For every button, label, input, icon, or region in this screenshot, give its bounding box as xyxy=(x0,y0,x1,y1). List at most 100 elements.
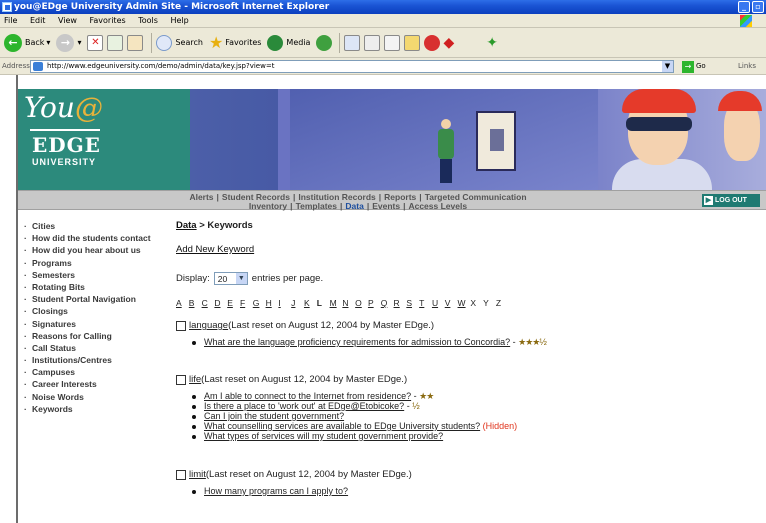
breadcrumb: Data > Keywords xyxy=(176,220,253,231)
edit-icon[interactable] xyxy=(384,34,401,51)
sidebar-item[interactable]: · Signatures xyxy=(24,318,174,330)
back-button[interactable]: ← Back ▾ xyxy=(4,33,50,52)
question-link[interactable]: What counselling services are available … xyxy=(204,421,480,431)
search-button[interactable]: Search xyxy=(156,34,203,51)
nav-events[interactable]: Events xyxy=(372,201,400,211)
address-bar: Address http://www.edgeuniversity.com/de… xyxy=(0,58,766,75)
mail-icon[interactable] xyxy=(344,34,361,51)
print-icon[interactable] xyxy=(364,34,381,51)
stop-icon[interactable]: ✕ xyxy=(87,34,104,51)
question-link[interactable]: What are the language proficiency requir… xyxy=(204,337,510,347)
keyword-checkbox[interactable] xyxy=(176,320,186,331)
question-link[interactable]: Is there a place to 'work out' at EDge@E… xyxy=(204,401,404,411)
sidebar-item[interactable]: · Programs xyxy=(24,257,174,269)
keyword-checkbox[interactable] xyxy=(176,469,186,480)
sidebar-item[interactable]: · Keywords xyxy=(24,403,174,415)
address-input[interactable]: http://www.edgeuniversity.com/demo/admin… xyxy=(30,60,674,73)
sidebar-item[interactable]: · Campuses xyxy=(24,366,174,378)
alphabet-letter-link[interactable]: C xyxy=(202,298,215,308)
sidebar-item[interactable]: · Reasons for Calling xyxy=(24,330,174,342)
question-link[interactable]: Am I able to connect to the Internet fro… xyxy=(204,391,411,401)
alphabet-letter-link[interactable]: Q xyxy=(381,298,394,308)
sidebar-item-label: Noise Words xyxy=(32,391,84,402)
sidebar-item[interactable]: · How did the students contact xyxy=(24,232,174,244)
alphabet-letter-link[interactable]: H xyxy=(266,298,279,308)
nav-access-levels[interactable]: Access Levels xyxy=(408,201,467,211)
alphabet-letter-link[interactable]: D xyxy=(214,298,227,308)
alphabet-letter-link[interactable]: I xyxy=(278,298,291,308)
keyword-link[interactable]: life xyxy=(189,374,201,385)
alphabet-letter-link[interactable]: R xyxy=(394,298,407,308)
logout-button[interactable]: ▶ LOG OUT xyxy=(702,194,760,207)
menu-help[interactable]: Help xyxy=(170,16,188,25)
alphabet-letter-link[interactable]: V xyxy=(445,298,458,308)
chevron-down-icon[interactable]: ▼ xyxy=(662,61,673,72)
add-keyword-link[interactable]: Add New Keyword xyxy=(176,244,254,255)
sidebar-item[interactable]: · Career Interests xyxy=(24,378,174,390)
forward-button[interactable]: → ▾ xyxy=(56,33,81,52)
alphabet-letter-link[interactable]: U xyxy=(432,298,445,308)
question-link[interactable]: Can I join the student government? xyxy=(204,411,344,421)
media-button[interactable]: Media xyxy=(267,34,310,51)
keyword-checkbox[interactable] xyxy=(176,374,186,385)
sidebar-item[interactable]: · Closings xyxy=(24,305,174,317)
alphabet-letter-link[interactable]: F xyxy=(240,298,253,308)
alphabet-letter-link[interactable]: B xyxy=(189,298,202,308)
folder-icon[interactable] xyxy=(404,34,421,51)
sidebar-item[interactable]: · How did you hear about us xyxy=(24,244,174,256)
keyword-group: life (Last reset on August 12, 2004 by M… xyxy=(176,374,517,441)
maximize-button[interactable]: ▫ xyxy=(752,1,764,13)
alphabet-letter-link[interactable]: P xyxy=(368,298,381,308)
sidebar-item[interactable]: · Rotating Bits xyxy=(24,281,174,293)
alphabet-letter-link[interactable]: T xyxy=(419,298,432,308)
nav-templates[interactable]: Templates xyxy=(296,201,337,211)
alphabet-letter-link[interactable]: K xyxy=(304,298,317,308)
refresh-icon[interactable] xyxy=(107,34,124,51)
sidebar-item[interactable]: · Student Portal Navigation xyxy=(24,293,174,305)
entries-value: 20 xyxy=(217,273,228,284)
bullet-icon xyxy=(192,415,196,419)
bullet-icon: · xyxy=(24,306,27,317)
menu-tools[interactable]: Tools xyxy=(138,16,158,25)
logout-arrow-icon: ▶ xyxy=(704,196,713,205)
history-icon[interactable] xyxy=(316,34,333,51)
breadcrumb-data-link[interactable]: Data xyxy=(176,220,197,231)
sidebar-item[interactable]: · Noise Words xyxy=(24,391,174,403)
sidebar-item[interactable]: · Semesters xyxy=(24,269,174,281)
menu-favorites[interactable]: Favorites xyxy=(90,16,126,25)
alphabet-letter-link[interactable]: O xyxy=(355,298,368,308)
site-logo[interactable]: You@ EDGE UNIVERSITY xyxy=(18,89,190,190)
alphabet-letter-link[interactable]: J xyxy=(291,298,304,308)
messenger-icon[interactable] xyxy=(424,34,441,51)
msn-icon[interactable]: ✦ xyxy=(486,35,498,51)
alphabet-letter-link[interactable]: W xyxy=(458,298,471,308)
sidebar-item[interactable]: · Institutions/Centres xyxy=(24,354,174,366)
minimize-button[interactable]: _ xyxy=(738,1,750,13)
sidebar-item-label: Keywords xyxy=(32,403,73,414)
favorites-button[interactable]: ★ Favorites xyxy=(209,33,261,52)
question-link[interactable]: How many programs can I apply to? xyxy=(204,486,348,496)
nav-data[interactable]: Data xyxy=(345,201,363,211)
home-icon[interactable] xyxy=(127,34,144,51)
entries-per-page-select[interactable]: 20 ▼ xyxy=(213,272,248,285)
keyword-link[interactable]: limit xyxy=(189,469,206,480)
menu-edit[interactable]: Edit xyxy=(30,16,46,25)
alphabet-letter-link[interactable]: S xyxy=(406,298,419,308)
menu-file[interactable]: File xyxy=(4,16,17,25)
main-navigation: Alerts | Student Records | Institution Recor… xyxy=(18,190,766,211)
alphabet-letter-link[interactable]: N xyxy=(342,298,355,308)
keyword-link[interactable]: language xyxy=(189,320,228,331)
go-button[interactable]: → Go xyxy=(682,60,706,73)
links-label[interactable]: Links xyxy=(738,58,756,75)
alphabet-letter-link[interactable]: A xyxy=(176,298,189,308)
alphabet-letter-link[interactable]: E xyxy=(227,298,240,308)
question-link[interactable]: What types of services will my student g… xyxy=(204,431,443,441)
sidebar-item-label: Career Interests xyxy=(32,379,97,390)
menu-view[interactable]: View xyxy=(58,16,77,25)
alphabet-letter-link[interactable]: G xyxy=(253,298,266,308)
sidebar-item[interactable]: · Cities xyxy=(24,220,174,232)
research-icon[interactable]: ◆ xyxy=(443,35,454,51)
alphabet-letter-link[interactable]: M xyxy=(330,298,343,308)
sidebar-item[interactable]: · Call Status xyxy=(24,342,174,354)
nav-inventory[interactable]: Inventory xyxy=(249,201,287,211)
